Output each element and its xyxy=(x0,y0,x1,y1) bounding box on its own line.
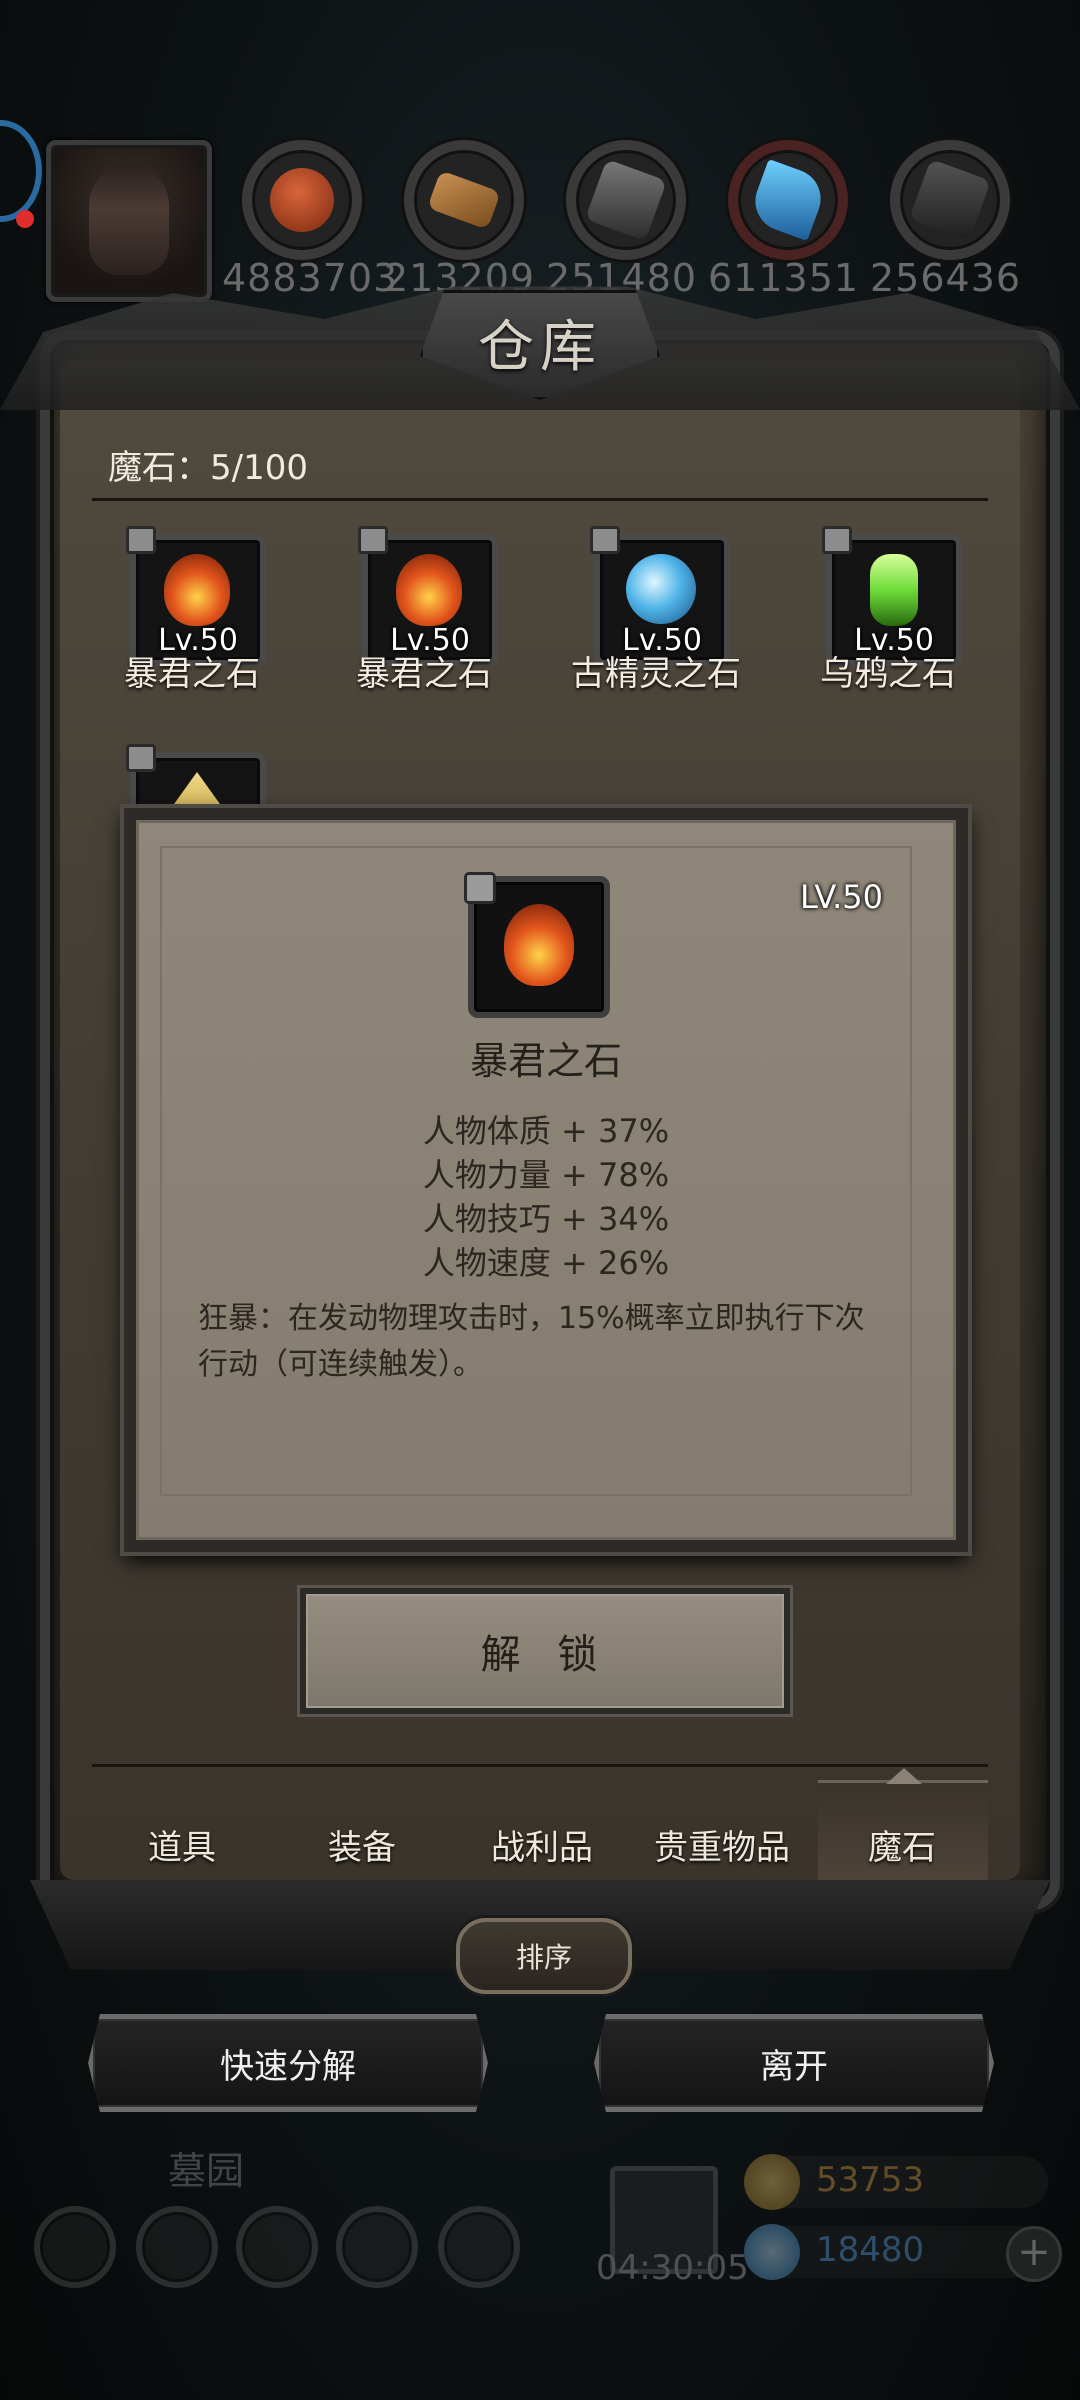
chest-icon[interactable] xyxy=(438,2206,520,2288)
add-currency-button[interactable]: + xyxy=(1006,2226,1062,2282)
resource-steel-count: 256436 xyxy=(870,256,1022,300)
panel-title: 仓库 xyxy=(478,315,602,380)
stat-line: 人物技巧 + 34% xyxy=(422,1200,670,1238)
quick-disassemble-button[interactable]: 快速分解 xyxy=(88,2014,488,2112)
resource-crystal-count: 611351 xyxy=(708,256,860,300)
blue-gem-icon xyxy=(744,2224,800,2280)
chevron-up-icon xyxy=(886,1768,922,1784)
unlock-button[interactable]: 解 锁 xyxy=(300,1588,790,1714)
item-name: 古精灵之石 xyxy=(571,654,741,694)
tab-items[interactable]: 道具 xyxy=(92,1820,272,1869)
area-name: 墓园 xyxy=(168,2149,245,2193)
stat-line: 人物力量 + 78% xyxy=(422,1156,670,1194)
settings-icon[interactable] xyxy=(34,2206,116,2288)
resource-steel[interactable] xyxy=(890,140,1010,260)
resource-iron[interactable] xyxy=(566,140,686,260)
lock-icon xyxy=(126,744,156,772)
fire-stone-icon xyxy=(164,554,230,626)
wood-icon xyxy=(427,170,501,230)
tab-loot[interactable]: 战利品 xyxy=(452,1820,632,1869)
star-icon[interactable] xyxy=(136,2206,218,2288)
lock-icon xyxy=(822,526,852,554)
divider-top xyxy=(92,498,988,501)
item-name: 乌鸦之石 xyxy=(820,654,956,694)
steel-icon xyxy=(908,158,992,242)
skill-description: 狂暴：在发动物理攻击时，15%概率立即执行下次行动（可连续触发）。 xyxy=(198,1301,865,1382)
stat-line: 人物速度 + 26% xyxy=(422,1244,670,1282)
player-avatar[interactable] xyxy=(46,140,212,302)
sort-button[interactable]: 排序 xyxy=(456,1918,632,1994)
item-name: 暴君之石 xyxy=(356,654,492,694)
detail-stone-name: 暴君之石 xyxy=(469,1039,622,1083)
meat-icon xyxy=(260,158,344,242)
fire-stone-icon xyxy=(504,904,574,986)
status-ring-icon xyxy=(0,120,42,222)
detail-level: LV.50 xyxy=(800,878,883,916)
gift-timer: 04:30:05 xyxy=(596,2248,749,2288)
leave-button[interactable]: 离开 xyxy=(594,2014,994,2112)
gem-amount: 18480 xyxy=(816,2230,925,2270)
resource-meat[interactable] xyxy=(242,140,362,260)
scroll-icon[interactable] xyxy=(236,2206,318,2288)
stat-line: 人物体质 + 37% xyxy=(422,1112,670,1150)
tab-equipment[interactable]: 装备 xyxy=(272,1820,452,1869)
lock-icon xyxy=(358,526,388,554)
lock-icon xyxy=(590,526,620,554)
mail-icon[interactable] xyxy=(336,2206,418,2288)
resource-wood[interactable] xyxy=(404,140,524,260)
tab-magic-stones[interactable]: 魔石 xyxy=(812,1820,992,1869)
lock-icon xyxy=(126,526,156,554)
tab-valuables[interactable]: 贵重物品 xyxy=(632,1820,812,1869)
crystal-icon xyxy=(746,158,830,242)
ice-stone-icon xyxy=(626,554,696,624)
iron-icon xyxy=(584,158,668,242)
fire-stone-icon xyxy=(396,554,462,626)
lock-icon xyxy=(464,872,496,904)
gold-amount: 53753 xyxy=(816,2160,925,2200)
magic-stone-count: 魔石：5/100 xyxy=(108,448,308,488)
poison-stone-icon xyxy=(870,554,918,626)
gold-coin-icon xyxy=(744,2154,800,2210)
resource-meat-count: 4883703 xyxy=(222,256,399,300)
resource-crystal[interactable] xyxy=(728,140,848,260)
item-name: 暴君之石 xyxy=(124,654,260,694)
portrait-face xyxy=(89,165,169,275)
notification-dot xyxy=(16,210,34,228)
divider-bottom xyxy=(92,1764,988,1767)
